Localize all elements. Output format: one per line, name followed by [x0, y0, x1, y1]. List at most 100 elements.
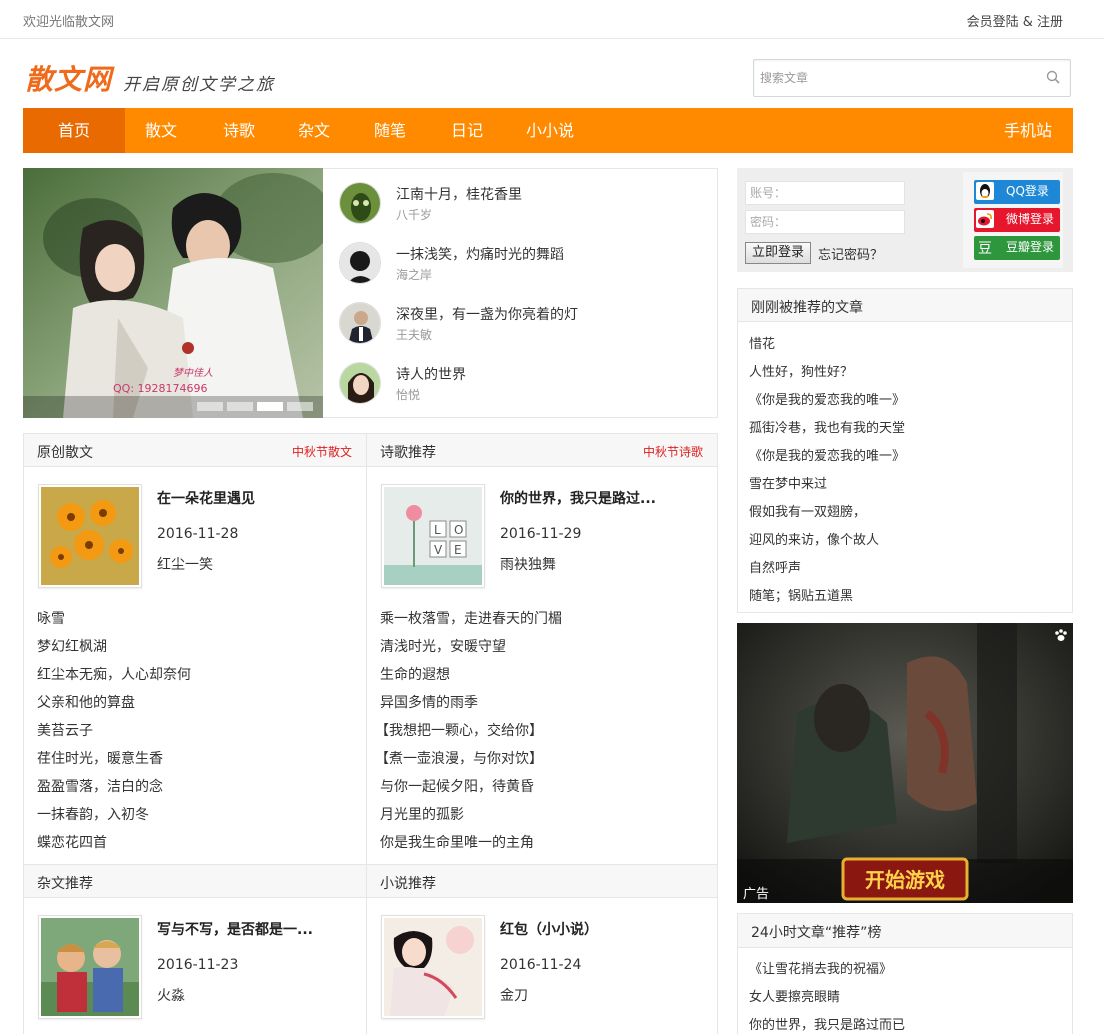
article-title[interactable]: 在一朵花里遇见 — [157, 488, 255, 508]
featured-author[interactable]: 怡悦 — [396, 386, 420, 403]
article-link[interactable]: 清浅时光，安暖守望 — [380, 636, 506, 656]
article-link[interactable]: 异国多情的雨季 — [380, 692, 478, 712]
featured-title[interactable]: 一抹浅笑，灼痛时光的舞蹈 — [396, 244, 564, 264]
article-link[interactable]: 与你一起候夕阳，待黄昏 — [380, 776, 534, 796]
nav-item-diary[interactable]: 日记 — [441, 108, 493, 153]
account-field[interactable] — [745, 181, 905, 205]
article-thumbnail[interactable] — [381, 915, 485, 1019]
article-link[interactable]: 咏雪 — [37, 608, 65, 628]
slider-dot[interactable] — [287, 402, 313, 411]
forgot-password-link[interactable]: 忘记密码？ — [818, 244, 883, 263]
panel-title: 刚刚被推荐的文章 — [751, 300, 863, 316]
article-link[interactable]: 父亲和他的算盘 — [37, 692, 135, 712]
svg-text:梦中佳人: 梦中佳人 — [173, 367, 213, 379]
article-link[interactable]: 乘一枚落雪，走进春天的门楣 — [380, 608, 562, 628]
svg-text:QQ: 1928174696: QQ: 1928174696 — [113, 382, 208, 395]
featured-title[interactable]: 江南十月，桂花香里 — [396, 184, 522, 204]
article-author[interactable]: 雨袂独舞 — [500, 554, 556, 574]
ad-play-button-label[interactable]: 开始游戏 — [865, 868, 945, 892]
recent-article-link[interactable]: 迎风的来访，像个故人 — [749, 529, 879, 548]
nav-item-prose[interactable]: 散文 — [135, 108, 187, 153]
article-author[interactable]: 火淼 — [157, 985, 185, 1005]
article-link[interactable]: 生命的遐想 — [380, 664, 450, 684]
panel-more-link[interactable]: 中秋节散文 — [292, 443, 352, 460]
article-link[interactable]: 梦幻红枫湖 — [37, 636, 107, 656]
article-link[interactable]: 盈盈雪落，洁白的念 — [37, 776, 163, 796]
weibo-login-button[interactable]: 微博登录 — [974, 208, 1060, 232]
article-link[interactable]: 荏住时光，暖意生香 — [37, 748, 163, 768]
nav-item-home[interactable]: 首页 — [23, 108, 125, 153]
featured-title[interactable]: 深夜里，有一盏为你亮着的灯 — [396, 304, 578, 324]
qq-icon — [976, 182, 994, 200]
image-slider[interactable]: 梦中佳人 QQ: 1928174696 — [23, 168, 323, 418]
featured-item[interactable]: 一抹浅笑，灼痛时光的舞蹈 海之岸 — [339, 242, 699, 286]
douban-login-label: 豆瓣登录 — [1006, 240, 1055, 254]
ranking-article-link[interactable]: 《让雪花捎去我的祝福》 — [749, 958, 892, 977]
qq-login-button[interactable]: QQ登录 — [974, 180, 1060, 204]
password-input[interactable] — [746, 211, 904, 233]
panel-header: 杂文推荐 — [24, 865, 366, 898]
slider-dot[interactable] — [197, 402, 223, 411]
recent-article-link[interactable]: 人性好，狗性好？ — [749, 361, 853, 380]
paw-icon[interactable] — [1053, 627, 1069, 643]
recent-article-link[interactable]: 雪在梦中来过 — [749, 473, 827, 492]
search-input[interactable] — [760, 68, 1030, 88]
recent-article-link[interactable]: 孤街冷巷，我也有我的天堂 — [749, 417, 905, 436]
panel-title[interactable]: 杂文推荐 — [37, 873, 93, 893]
nav-item-mobile[interactable]: 手机站 — [995, 108, 1061, 153]
panel-header: 小说推荐 — [367, 865, 717, 898]
article-title[interactable]: 红包（小小说） — [500, 919, 598, 939]
recent-article-link[interactable]: 随笔；锅贴五道黑 — [749, 585, 853, 604]
weibo-icon — [976, 210, 994, 228]
password-field[interactable] — [745, 210, 905, 234]
article-link[interactable]: 红尘本无痴，人心却奈何 — [37, 664, 191, 684]
article-thumbnail[interactable] — [38, 915, 142, 1019]
article-author[interactable]: 金刀 — [500, 985, 528, 1005]
ranking-article-link[interactable]: 你的世界，我只是路过而已 — [749, 1014, 905, 1033]
article-link[interactable]: 【煮一壶浪漫，与你对饮】 — [375, 748, 543, 768]
site-logo[interactable]: 散文网 开启原创文学之旅 — [25, 56, 305, 100]
featured-author[interactable]: 八千岁 — [396, 206, 432, 223]
article-title[interactable]: 写与不写，是否都是一... — [157, 919, 313, 939]
article-link[interactable]: 一抹春韵，入初冬 — [37, 804, 149, 824]
featured-author[interactable]: 王夫敏 — [396, 326, 432, 343]
featured-item[interactable]: 深夜里，有一盏为你亮着的灯 王夫敏 — [339, 302, 699, 346]
advertisement[interactable]: 开始游戏 广告 — [737, 623, 1073, 903]
login-button[interactable]: 立即登录 — [745, 242, 811, 264]
nav-item-notes[interactable]: 随笔 — [364, 108, 416, 153]
nav-item-essay[interactable]: 杂文 — [288, 108, 340, 153]
recent-article-link[interactable]: 《你是我的爱恋我的唯一》 — [749, 389, 905, 408]
featured-author[interactable]: 海之岸 — [396, 266, 432, 283]
recent-article-link[interactable]: 自然呼声 — [749, 557, 801, 576]
search-icon[interactable] — [1046, 70, 1060, 84]
douban-login-button[interactable]: 豆 豆瓣登录 — [974, 236, 1060, 260]
article-thumbnail[interactable] — [38, 484, 142, 588]
account-input[interactable] — [746, 182, 904, 204]
nav-item-poetry[interactable]: 诗歌 — [213, 108, 265, 153]
recent-article-link[interactable]: 《你是我的爱恋我的唯一》 — [749, 445, 905, 464]
slider-dot[interactable] — [227, 402, 253, 411]
article-link[interactable]: 美苔云子 — [37, 720, 93, 740]
article-title[interactable]: 你的世界，我只是路过... — [500, 488, 656, 508]
recent-article-link[interactable]: 假如我有一双翅膀， — [749, 501, 866, 520]
ranking-article-link[interactable]: 女人要擦亮眼睛 — [749, 986, 840, 1005]
article-link[interactable]: 【我想把一颗心，交给你】 — [375, 720, 543, 740]
featured-title[interactable]: 诗人的世界 — [396, 364, 466, 384]
recent-article-link[interactable]: 惜花 — [749, 333, 775, 352]
featured-item[interactable]: 江南十月，桂花香里 八千岁 — [339, 182, 699, 226]
nav-item-short-story[interactable]: 小小说 — [519, 108, 581, 153]
article-link[interactable]: 蝶恋花四首 — [37, 832, 107, 852]
article-link[interactable]: 月光里的孤影 — [380, 804, 464, 824]
article-thumbnail[interactable]: L O V E — [381, 484, 485, 588]
article-link[interactable]: 你是我生命里唯一的主角 — [380, 832, 534, 852]
logo-text: 散文网 — [25, 63, 113, 96]
panel-title[interactable]: 诗歌推荐 — [380, 442, 436, 462]
panel-title[interactable]: 原创散文 — [37, 442, 93, 462]
panel-title[interactable]: 小说推荐 — [380, 873, 436, 893]
slider-dot-active[interactable] — [257, 402, 283, 411]
article-author[interactable]: 红尘一笑 — [157, 554, 213, 574]
login-register-link[interactable]: 会员登陆 & 注册 — [967, 11, 1063, 30]
featured-item[interactable]: 诗人的世界 怡悦 — [339, 362, 699, 406]
panel-title: 24小时文章“推荐”榜 — [751, 925, 882, 941]
panel-more-link[interactable]: 中秋节诗歌 — [643, 443, 703, 460]
